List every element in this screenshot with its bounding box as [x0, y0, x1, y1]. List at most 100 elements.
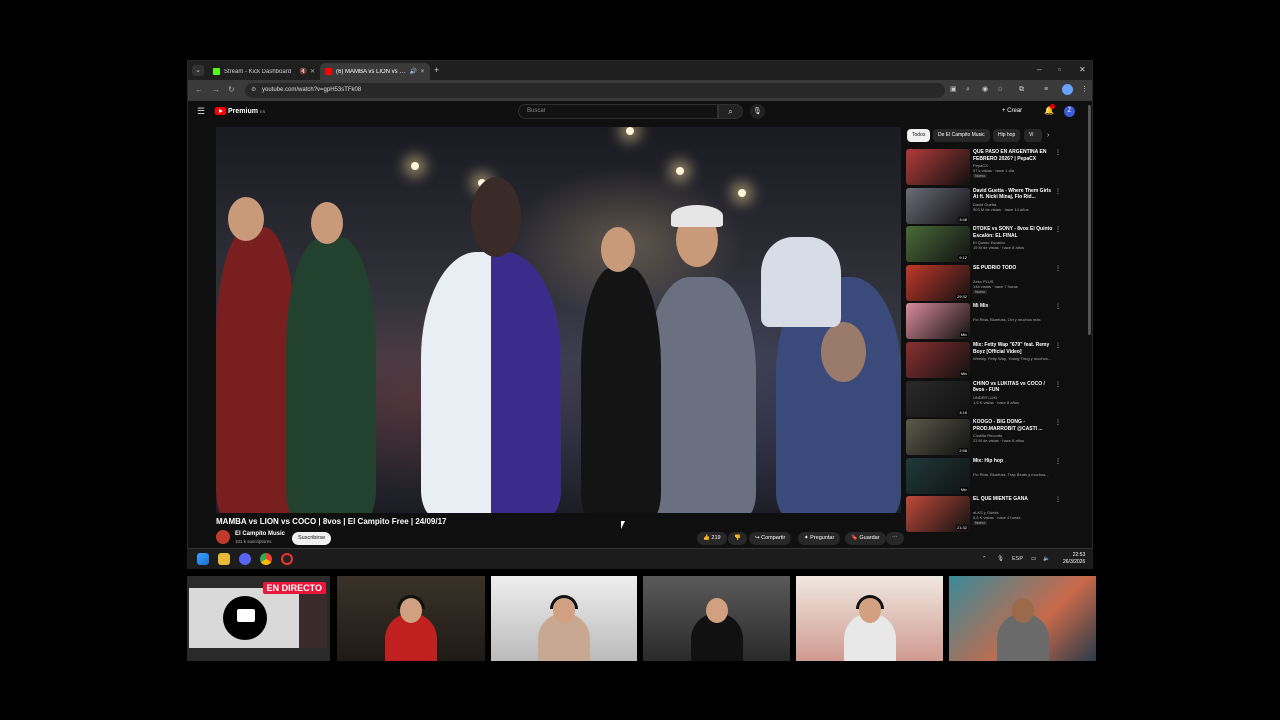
video-thumbnail[interactable]: Mix [906, 457, 970, 494]
more-vert-icon[interactable]: ⋮ [1055, 381, 1061, 388]
maximize-icon[interactable]: ▫ [1058, 65, 1061, 75]
close-window-icon[interactable]: ✕ [1079, 65, 1086, 75]
zoom-icon[interactable]: ⌕ [966, 85, 970, 95]
windows-start-icon[interactable] [197, 553, 209, 565]
video-thumbnail[interactable]: 3:48 [906, 187, 970, 224]
new-tab-button[interactable]: + [434, 65, 439, 75]
rec-title[interactable]: DTOKE vs SONY - 8vos El Quinto Escalón: … [973, 226, 1053, 239]
recommendation-item[interactable]: 9:12 DTOKE vs SONY - 8vos El Quinto Escal… [906, 226, 1061, 264]
more-vert-icon[interactable]: ⋮ [1055, 342, 1061, 349]
media-icon[interactable]: ≡ [1044, 85, 1048, 95]
rec-title[interactable]: David Guetta - Where Them Girls At ft. N… [973, 188, 1053, 201]
language-indicator[interactable]: ESP [1012, 555, 1023, 563]
search-button[interactable]: ⌕ [718, 104, 743, 119]
video-thumbnail[interactable]: Mix [906, 303, 970, 340]
recommendation-item[interactable]: 2:58 KOOGO - BIG DONG - PROD.MARROBIT @CA… [906, 419, 1061, 457]
extensions-icon[interactable]: ⧉ [1019, 85, 1024, 95]
chip-todos[interactable]: Todos [907, 129, 931, 142]
more-vert-icon[interactable]: ⋮ [1055, 149, 1061, 156]
video-thumbnail[interactable]: 21:32 [906, 496, 970, 533]
tab-search-icon[interactable]: ⌄ [192, 65, 204, 76]
more-vert-icon[interactable]: ⋮ [1055, 265, 1061, 272]
video-thumbnail[interactable]: 2:58 [906, 419, 970, 456]
forward-icon[interactable]: → [212, 85, 220, 95]
address-bar: ← → ↻ ⚙ youtube.com/watch?v=gpH53sTFk08 … [188, 80, 1092, 101]
more-vert-icon[interactable]: ⋮ [1055, 496, 1061, 503]
mute-icon[interactable]: 🔇 [299, 68, 306, 75]
recommendation-item[interactable]: Mix Mix: Fetty Wap "679" feat. Remy Boyz … [906, 342, 1061, 380]
rec-title[interactable]: Mi Mix [973, 303, 1053, 310]
video-thumbnail[interactable] [906, 149, 970, 185]
video-thumbnail[interactable]: Mix [906, 342, 970, 378]
account-avatar[interactable]: Z [1064, 106, 1075, 117]
more-vert-icon[interactable]: ⋮ [1055, 226, 1061, 233]
youtube-logo[interactable]: Premium ES [215, 107, 265, 115]
recommendation-item[interactable]: 21:32 EL QUE MIENTE GANA eLKS y Odeks 6,4 K… [906, 496, 1061, 534]
save-button[interactable]: 🔖 Guardar [845, 532, 886, 545]
chip-more[interactable]: Vi [1024, 129, 1042, 142]
video-player[interactable] [216, 127, 901, 513]
site-info-icon[interactable]: ⚙ [251, 83, 256, 98]
audio-icon[interactable]: 🔊 [409, 68, 416, 75]
subscribe-button[interactable]: Suscribirse [292, 532, 332, 545]
tab-youtube[interactable]: (6) MAMBA vs LION vs COCO 🔊 ✕ [320, 63, 430, 80]
recommendation-item[interactable]: 3:48 David Guetta - Where Them Girls At f… [906, 187, 1061, 226]
tab-close-icon[interactable]: ✕ [420, 68, 425, 75]
minimize-icon[interactable]: – [1037, 65, 1041, 75]
back-icon[interactable]: ← [195, 85, 203, 95]
rec-title[interactable]: KOOGO - BIG DONG - PROD.MARROBIT @CASTI … [973, 419, 1053, 432]
channel-avatar[interactable] [216, 530, 230, 544]
more-vert-icon[interactable]: ⋮ [1055, 188, 1061, 195]
scrollbar[interactable] [1088, 105, 1091, 335]
more-vert-icon[interactable]: ⋮ [1055, 419, 1061, 426]
monitor-icon[interactable]: ▭ [1031, 555, 1036, 563]
clock[interactable]: 22:53 26/3/2026 [1063, 552, 1085, 566]
recommendation-item[interactable]: Mix Mi Mix Flo Rida, Bluefuss, Ovi y mucho… [906, 303, 1061, 341]
profile-avatar[interactable] [1062, 84, 1073, 95]
tab-close-icon[interactable]: ✕ [310, 68, 315, 75]
volume-icon[interactable]: 🔈 [1043, 555, 1050, 563]
obs-icon[interactable] [281, 553, 293, 565]
file-explorer-icon[interactable] [218, 553, 230, 565]
search-input[interactable]: Buscar [518, 104, 718, 119]
recommendation-item[interactable]: Mix Mix: Hip hop Flo Rida, Bluefuss, Trap … [906, 457, 1061, 496]
recommendation-item[interactable]: 29:32 SE PUDRIÓ TODO Zeko PLUS 148 vistas ·… [906, 264, 1061, 303]
recommendation-item[interactable]: 3:16 CHINO vs LUKITAS vs COCO / 8vos - FU… [906, 380, 1061, 419]
menu-icon[interactable]: ☰ [197, 106, 205, 116]
share-button[interactable]: ↪ Compartir [749, 532, 792, 545]
bookmark-star-icon[interactable]: ☆ [997, 85, 1003, 95]
recommendation-item[interactable]: QUÉ PASÓ EN ARGENTINA EN FEBRERO 2026? |… [906, 149, 1061, 187]
tray-chevron-icon[interactable]: ⌃ [982, 555, 987, 563]
more-vert-icon[interactable]: ⋮ [1055, 458, 1061, 465]
video-thumbnail[interactable]: 9:12 [906, 226, 970, 263]
cast-icon[interactable]: ▣ [950, 85, 957, 95]
rec-title[interactable]: CHINO vs LUKITAS vs COCO / 8vos - FUN [973, 381, 1053, 394]
rec-title[interactable]: SE PUDRIÓ TODO [973, 265, 1053, 272]
rec-title[interactable]: Mix: Fetty Wap "679" feat. Remy Boyz [Of… [973, 342, 1053, 355]
rec-title[interactable]: EL QUE MIENTE GANA [973, 496, 1053, 503]
mic-tray-icon[interactable]: 🎙 [997, 555, 1004, 563]
headset-icon [855, 595, 884, 609]
eye-off-icon[interactable]: ◉ [982, 85, 988, 95]
like-button[interactable]: 👍 219 [697, 532, 727, 545]
chrome-icon[interactable] [260, 553, 272, 565]
more-vert-icon[interactable]: ⋮ [1055, 303, 1061, 310]
discord-icon[interactable] [239, 553, 251, 565]
dislike-button[interactable]: 👎 [728, 532, 747, 545]
video-thumbnail[interactable]: 3:16 [906, 380, 970, 417]
video-thumbnail[interactable]: 29:32 [906, 264, 970, 301]
more-actions-button[interactable]: ⋯ [886, 532, 904, 545]
ask-button[interactable]: ✦ Preguntar [798, 532, 841, 545]
tab-kick-dashboard[interactable]: Stream - Kick Dashboard 🔇 ✕ [208, 63, 320, 80]
chip-hip-hop[interactable]: Hip hop [993, 129, 1021, 142]
rec-title[interactable]: QUÉ PASÓ EN ARGENTINA EN FEBRERO 2026? |… [973, 149, 1053, 162]
reload-icon[interactable]: ↻ [228, 85, 235, 95]
url-field[interactable]: ⚙ youtube.com/watch?v=gpH53sTFk08 [245, 83, 945, 98]
chip-channel[interactable]: De El Campito Music [933, 129, 990, 142]
create-button[interactable]: + Crear [1002, 105, 1022, 118]
channel-name[interactable]: El Campito Music [235, 531, 285, 537]
chevron-right-icon[interactable]: › [1047, 129, 1049, 142]
browser-menu-icon[interactable]: ⋮ [1081, 85, 1088, 95]
rec-title[interactable]: Mix: Hip hop [973, 458, 1053, 465]
voice-search-button[interactable]: 🎙 [750, 104, 765, 119]
